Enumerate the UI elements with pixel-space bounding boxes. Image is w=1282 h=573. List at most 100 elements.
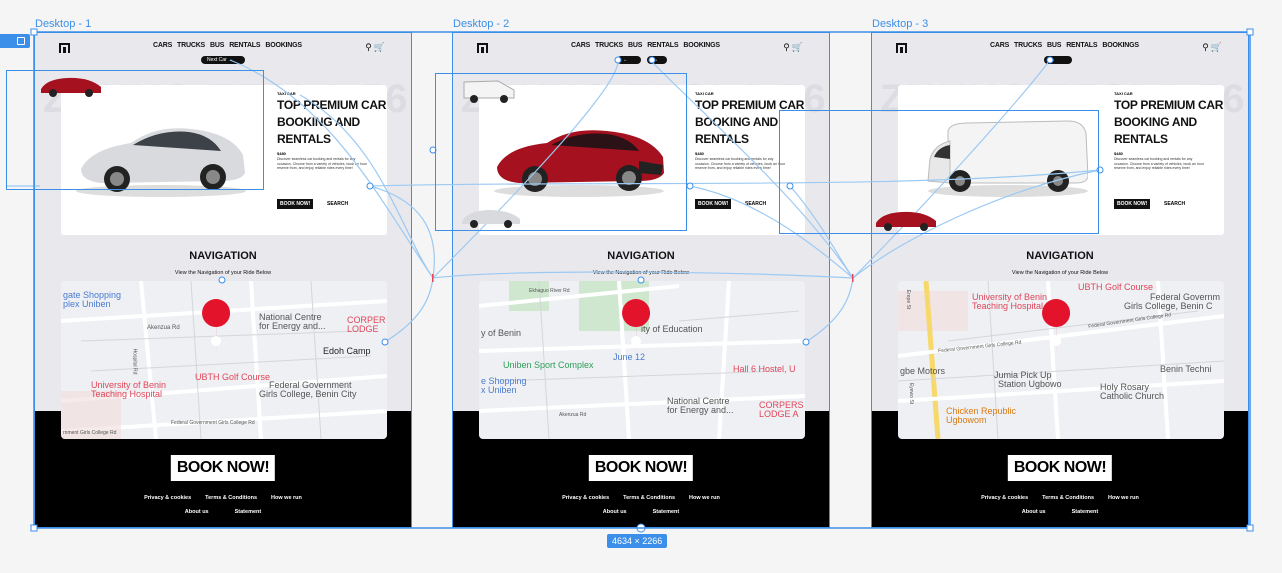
search-icon[interactable]: ⚲ [1202,42,1209,53]
frame-tool-icon[interactable] [0,34,30,48]
map-label: Hall 6 Hostel, U [733,364,796,374]
search-icon[interactable]: ⚲ [783,42,790,53]
hero-tag: TAXI CAR [277,91,296,96]
desktop-frame-2[interactable]: CARS TRUCKS BUS RENTALS BOOKINGS ⚲ 🛒 ← →… [452,32,830,528]
nav-item-trucks[interactable]: TRUCKS [177,42,205,49]
footer-link-about[interactable]: About us [185,509,209,515]
footer-link-statement[interactable]: Statement [235,509,262,515]
nav-item-bus[interactable]: BUS [210,42,224,49]
hero-title: TOP PREMIUM CAR BOOKING AND RENTALS [1114,98,1224,146]
figma-canvas[interactable]: Desktop - 1 Desktop - 2 Desktop - 3 CARS… [0,0,1282,573]
next-car-button[interactable]: Next Car → [201,56,245,64]
red-lexus-car-image [494,130,664,197]
hero-search-button[interactable]: SEARCH [1164,201,1185,207]
arrow-left-icon: ← [623,57,628,63]
next-car-button[interactable]: → [1044,56,1072,64]
navigation-subtitle: View the Navigation of your Ride Below [174,270,272,276]
brand-logo-icon[interactable] [896,43,907,53]
map-label: Edoh Camp [323,346,371,356]
footer-link-how-we-run[interactable]: How we run [689,495,720,501]
nav-item-cars[interactable]: CARS [571,42,590,49]
map-view[interactable]: UBTH Golf Course University of Benin Tea… [898,281,1224,439]
hero-price: $480 [1114,151,1123,156]
hero-search-button[interactable]: SEARCH [745,201,766,207]
footer-book-now-button[interactable]: BOOK NOW! [588,455,694,481]
map-label: Girls College, Benin City [259,389,357,399]
nav-item-bookings[interactable]: BOOKINGS [265,42,302,49]
hero-search-button[interactable]: SEARCH [327,201,348,207]
nav-item-bus[interactable]: BUS [628,42,642,49]
arrow-right-icon: → [1050,57,1055,63]
hero-card: TAXI CAR TOP PREMIUM CAR BOOKING AND REN… [898,85,1224,235]
map-label: Erepe St [905,289,912,310]
footer-link-how-we-run[interactable]: How we run [1108,495,1139,501]
search-icon[interactable]: ⚲ [365,42,372,53]
nav-item-bus[interactable]: BUS [1047,42,1061,49]
brand-logo-icon[interactable] [477,43,488,53]
nav-icons: ⚲ 🛒 [1202,42,1222,53]
map-label: Catholic Church [1100,391,1165,401]
footer-link-terms[interactable]: Terms & Conditions [623,495,675,501]
map-label: LODGE A [759,409,799,419]
map-label: for Energy and... [667,405,734,415]
nav-item-rentals[interactable]: RENTALS [1066,42,1097,49]
footer-links-row1: Privacy & cookies Terms & Conditions How… [453,495,829,501]
footer-links-row2: About us Statement [453,509,829,515]
footer-link-terms[interactable]: Terms & Conditions [205,495,257,501]
map-view[interactable]: Ekhaguo River Rd y of Benin ity of Educa… [479,281,805,439]
hero-book-button[interactable]: BOOK NOW! [695,199,732,209]
hero-price: $480 [695,151,704,156]
hero-tag: TAXI CAR [1114,91,1133,96]
frame-label-3[interactable]: Desktop - 3 [872,18,928,30]
footer-link-privacy[interactable]: Privacy & cookies [562,495,609,501]
top-nav: CARS TRUCKS BUS RENTALS BOOKINGS ⚲ 🛒 [35,42,411,56]
nav-item-cars[interactable]: CARS [990,42,1009,49]
footer-link-about[interactable]: About us [603,509,627,515]
cart-icon[interactable]: 🛒 [792,42,803,53]
frame-label-2[interactable]: Desktop - 2 [453,18,509,30]
map-label: plex Uniben [63,299,111,309]
hero-book-button[interactable]: BOOK NOW! [277,199,314,209]
next-car-button[interactable]: → [647,56,667,64]
map-label: Eyewo St [908,382,915,405]
nav-item-bookings[interactable]: BOOKINGS [1102,42,1139,49]
footer-links-row1: Privacy & cookies Terms & Conditions How… [35,495,411,501]
hero-book-button[interactable]: BOOK NOW! [1114,199,1151,209]
cart-icon[interactable]: 🛒 [374,42,385,53]
nav-item-cars[interactable]: CARS [153,42,172,49]
nav-item-bookings[interactable]: BOOKINGS [683,42,720,49]
footer-links-row2: About us Statement [35,509,411,515]
footer-link-privacy[interactable]: Privacy & cookies [144,495,191,501]
footer-link-terms[interactable]: Terms & Conditions [1042,495,1094,501]
nav-menu: CARS TRUCKS BUS RENTALS BOOKINGS [153,42,302,49]
top-nav: CARS TRUCKS BUS RENTALS BOOKINGS ⚲ 🛒 [872,42,1248,56]
map-label: Station Ugbowo [998,379,1062,389]
nav-item-trucks[interactable]: TRUCKS [1014,42,1042,49]
footer-book-now-button[interactable]: BOOK NOW! [1007,455,1113,481]
footer-links-row2: About us Statement [872,509,1248,515]
hero-description: Discover seamless car booking and rental… [695,157,785,170]
footer-links-row1: Privacy & cookies Terms & Conditions How… [872,495,1248,501]
frame-label-1[interactable]: Desktop - 1 [35,18,91,30]
nav-item-rentals[interactable]: RENTALS [229,42,260,49]
prev-car-button[interactable]: ← [617,56,641,64]
nav-item-rentals[interactable]: RENTALS [647,42,678,49]
footer-link-statement[interactable]: Statement [653,509,680,515]
brand-logo-icon[interactable] [59,43,70,53]
cart-icon[interactable]: 🛒 [1211,42,1222,53]
white-van-image [927,120,1088,197]
footer-link-how-we-run[interactable]: How we run [271,495,302,501]
footer-link-privacy[interactable]: Privacy & cookies [981,495,1028,501]
desktop-frame-3[interactable]: CARS TRUCKS BUS RENTALS BOOKINGS ⚲ 🛒 → Z… [871,32,1249,528]
nav-item-trucks[interactable]: TRUCKS [595,42,623,49]
nav-icons: ⚲ 🛒 [365,42,385,53]
footer-book-now-button[interactable]: BOOK NOW! [170,455,276,481]
hero-price: $480 [277,151,286,156]
footer-link-about[interactable]: About us [1022,509,1046,515]
navigation-title: NAVIGATION [607,250,675,262]
desktop-frame-1[interactable]: CARS TRUCKS BUS RENTALS BOOKINGS ⚲ 🛒 Nex… [34,32,412,528]
footer-link-statement[interactable]: Statement [1072,509,1099,515]
map-label: y of Benin [481,328,522,338]
map-view[interactable]: gate Shopping plex Uniben Akenzua Rd Nat… [61,281,387,439]
nav-icons: ⚲ 🛒 [783,42,803,53]
